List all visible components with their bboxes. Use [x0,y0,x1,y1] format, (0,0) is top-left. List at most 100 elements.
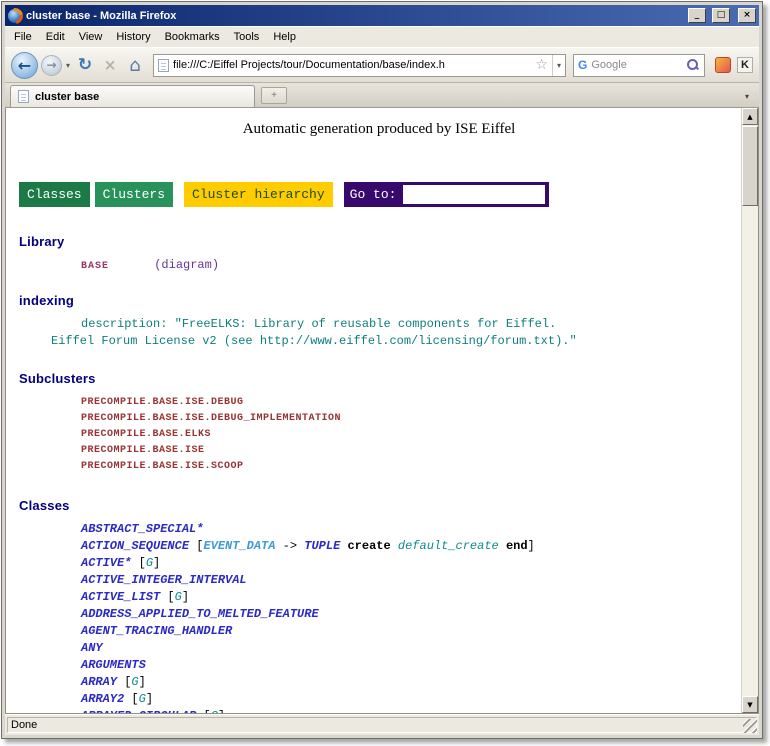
class-link[interactable]: ACTION_SEQUENCE [81,539,189,553]
indexing-line-2: Eiffel Forum License v2 (see http://www.… [51,333,739,350]
menu-bar: FileEditViewHistoryBookmarksToolsHelp [5,26,759,47]
class-link[interactable]: ABSTRACT_SPECIAL* [81,522,203,536]
code-token: default_create [398,539,499,553]
site-identity-icon [158,59,169,72]
class-entry: ACTIVE* [G] [81,555,739,572]
subcluster-link[interactable]: PRECOMPILE.BASE.ISE [81,443,739,459]
url-dropdown-icon[interactable]: ▾ [552,55,561,76]
scrollbar-track[interactable] [742,125,758,696]
google-icon[interactable]: G [578,58,587,72]
minimize-button[interactable]: _ [688,8,706,23]
code-token: create [347,539,390,553]
refresh-button[interactable]: ↻ [74,53,96,77]
class-link[interactable]: ARRAY [81,675,117,689]
indexing-line-1: description: "FreeELKS: Library of reusa… [81,316,739,333]
menu-history[interactable]: History [109,28,157,46]
indexing-heading: indexing [19,293,739,308]
maximize-button[interactable]: □ [712,8,730,23]
forward-button[interactable]: → [41,55,62,76]
classes-list: ABSTRACT_SPECIAL* ACTION_SEQUENCE [ EVENT_… [81,521,739,713]
subclusters-heading: Subclusters [19,371,739,386]
firefox-icon [8,9,22,23]
home-button[interactable]: ⌂ [124,53,146,77]
class-link[interactable]: ACTIVE* [81,556,131,570]
class-entry: ARRAY2 [G] [81,691,739,708]
goto-label: Go to: [348,185,399,204]
search-input[interactable] [591,59,682,71]
class-link[interactable]: ACTIVE_LIST [81,590,160,604]
diagram-link[interactable]: (diagram) [154,258,219,272]
code-token: ] [153,556,160,570]
class-link[interactable]: ARRAY2 [81,692,124,706]
extension-k-icon[interactable]: K [737,57,753,73]
class-link[interactable]: ARGUMENTS [81,658,146,672]
goto-control: Go to: [344,182,550,207]
subcluster-link[interactable]: PRECOMPILE.BASE.ELKS [81,427,739,443]
vertical-scrollbar[interactable]: ▲ ▼ [741,108,758,713]
tab-page-icon [18,90,29,103]
code-token: EVENT_DATA [203,539,275,553]
code-token: [ [131,556,145,570]
menu-bookmarks[interactable]: Bookmarks [158,28,227,46]
cluster-hierarchy-button[interactable]: Cluster hierarchy [184,182,333,207]
window-title: cluster base - Mozilla Firefox [26,10,682,22]
class-entry: ARRAY [G] [81,674,739,691]
clusters-button[interactable]: Clusters [95,182,173,207]
code-token: G [175,590,182,604]
menu-edit[interactable]: Edit [39,28,72,46]
tab-cluster-base[interactable]: cluster base [10,85,255,107]
search-bar[interactable]: G [573,54,705,77]
class-link[interactable]: ARRAYED_CIRCULAR [81,709,196,713]
code-token: [ [160,590,174,604]
class-link[interactable]: AGENT_TRACING_HANDLER [81,624,232,638]
code-token: [ [124,692,138,706]
menu-tools[interactable]: Tools [227,28,267,46]
navigation-toolbar: ← → ▾ ↻ × ⌂ ☆ ▾ G K [5,47,759,83]
class-entry: AGENT_TRACING_HANDLER [81,623,739,640]
back-button[interactable]: ← [11,52,38,79]
page-banner: Automatic generation produced by ISE Eif… [19,121,739,138]
url-input[interactable] [173,59,531,71]
new-tab-button[interactable]: + [261,87,287,104]
stop-button[interactable]: × [99,53,121,77]
bookmark-star-icon[interactable]: ☆ [535,58,548,72]
menu-help[interactable]: Help [266,28,303,46]
subcluster-link[interactable]: PRECOMPILE.BASE.ISE.SCOOP [81,459,739,475]
history-dropdown-icon[interactable]: ▾ [65,61,71,70]
classes-heading: Classes [19,498,739,513]
class-entry: ANY [81,640,739,657]
code-token: G [211,709,218,713]
class-entry: ADDRESS_APPLIED_TO_MELTED_FEATURE [81,606,739,623]
subcluster-link[interactable]: PRECOMPILE.BASE.ISE.DEBUG [81,395,739,411]
code-token: ] [146,692,153,706]
search-magnifier-icon[interactable] [686,58,700,72]
code-token: -> [275,539,304,553]
class-link[interactable]: ANY [81,641,103,655]
scroll-up-button[interactable]: ▲ [742,108,758,125]
url-bar[interactable]: ☆ ▾ [153,54,566,77]
scroll-down-button[interactable]: ▼ [742,696,758,713]
goto-input[interactable] [403,185,545,204]
menu-view[interactable]: View [72,28,110,46]
menu-file[interactable]: File [7,28,39,46]
indexing-description: description: "FreeELKS: Library of reusa… [81,316,739,350]
status-text: Done [11,719,37,731]
status-bar: Done [5,714,759,735]
close-button[interactable]: × [738,8,756,23]
classes-button[interactable]: Classes [19,182,90,207]
extension-badge-icon[interactable] [715,57,731,73]
list-all-tabs-button[interactable]: ▾ [738,86,756,106]
subcluster-link[interactable]: PRECOMPILE.BASE.ISE.DEBUG_IMPLEMENTATION [81,411,739,427]
code-token: ] [528,539,535,553]
class-link[interactable]: TUPLE [304,539,340,553]
tab-bar: cluster base + ▾ [5,83,759,108]
scrollbar-thumb[interactable] [742,126,758,206]
resize-grip[interactable] [743,719,757,733]
code-token: [ [117,675,131,689]
cluster-base-link[interactable]: BASE [81,261,109,272]
code-token: [ [196,709,210,713]
class-link[interactable]: ADDRESS_APPLIED_TO_MELTED_FEATURE [81,607,319,621]
code-token: ] [139,675,146,689]
class-link[interactable]: ACTIVE_INTEGER_INTERVAL [81,573,247,587]
title-bar[interactable]: cluster base - Mozilla Firefox _ □ × [5,5,759,26]
